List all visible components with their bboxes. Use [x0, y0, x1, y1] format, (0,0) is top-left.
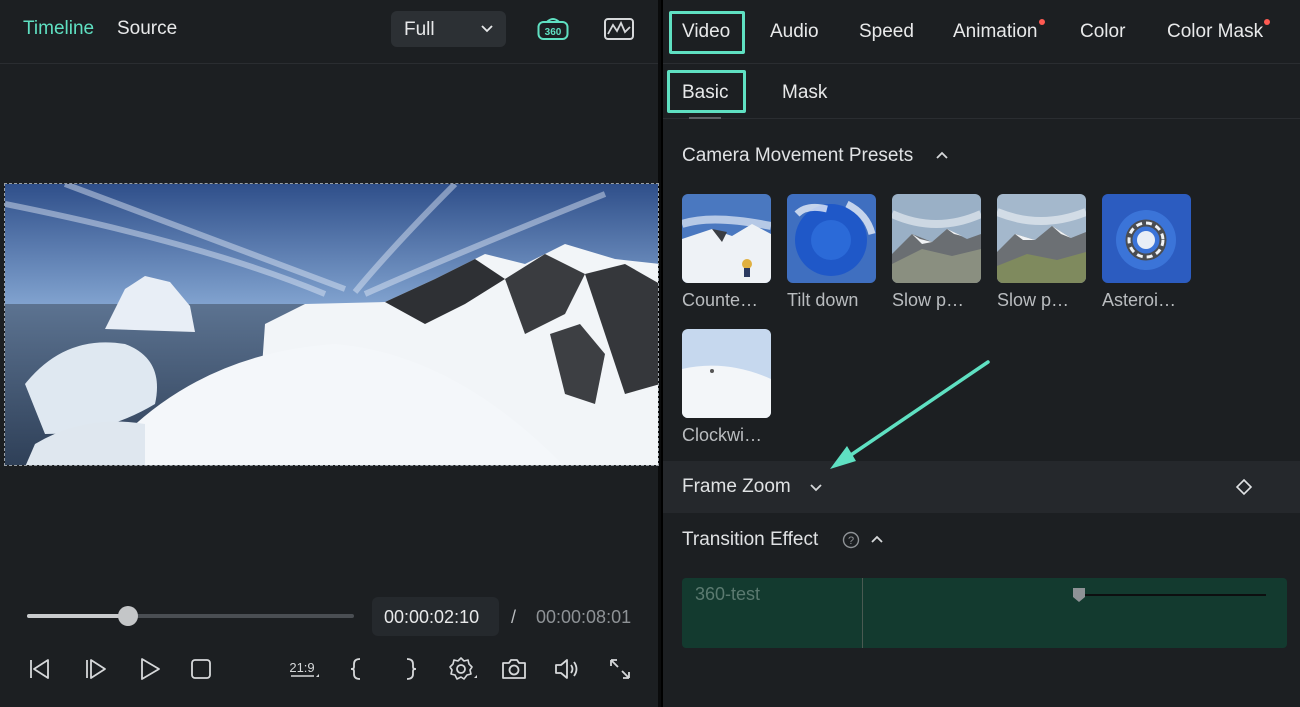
preset-thumbnail — [892, 194, 981, 283]
360-icon[interactable]: 360 — [537, 16, 569, 44]
preset-label: Asteroi… — [1102, 290, 1177, 310]
aspect-ratio-label: 21:9 — [289, 660, 314, 675]
preset-thumbnail — [1102, 194, 1191, 283]
volume-button[interactable] — [553, 655, 581, 683]
player-toolbar: Timeline Source Full 360 — [0, 0, 658, 64]
property-tabs: Video Audio Speed Animation Color Color … — [663, 0, 1300, 64]
play-button[interactable] — [136, 655, 164, 683]
preset-label: Tilt down — [787, 290, 859, 310]
fullscreen-button[interactable] — [606, 655, 634, 683]
prev-frame-button[interactable] — [27, 655, 55, 683]
tab-timeline[interactable]: Timeline — [23, 18, 94, 40]
quality-select[interactable]: Full — [391, 11, 506, 47]
keyframe-icon[interactable] — [1235, 478, 1253, 496]
mark-out-icon — [406, 658, 417, 680]
360-icon-label: 360 — [545, 27, 562, 38]
preset-item[interactable]: Slow p… — [892, 194, 982, 311]
settings-icon — [449, 657, 477, 680]
chevron-up-icon[interactable] — [935, 148, 949, 162]
player-panel: Timeline Source Full 360 00:00:02:10 / 0… — [0, 0, 661, 707]
notification-dot — [1264, 19, 1271, 25]
properties-panel: Video Audio Speed Animation Color Color … — [663, 0, 1300, 707]
volume-icon — [555, 659, 578, 679]
render-settings-button[interactable] — [447, 655, 477, 683]
tab-speed[interactable]: Speed — [859, 21, 914, 43]
preset-label: Clockwi… — [682, 425, 763, 445]
aspect-ratio-icon: 21:9 — [289, 660, 319, 677]
sub-tabs: Basic Mask — [663, 64, 1300, 119]
tab-source[interactable]: Source — [117, 18, 177, 40]
preset-item[interactable]: Clockwi… — [682, 329, 772, 446]
next-frame-button[interactable] — [83, 655, 111, 683]
video-tab-highlight — [669, 11, 745, 54]
aspect-ratio-button[interactable]: 21:9 — [289, 655, 319, 683]
tab-animation[interactable]: Animation — [953, 19, 1045, 43]
frame-zoom-section[interactable]: Frame Zoom — [663, 461, 1300, 513]
tab-audio[interactable]: Audio — [770, 21, 819, 43]
tab-color[interactable]: Color — [1080, 21, 1125, 43]
play-icon — [141, 658, 160, 680]
chevron-down-icon — [481, 25, 493, 33]
mark-out-button[interactable] — [396, 655, 424, 683]
preview-image — [5, 184, 658, 465]
stop-icon — [191, 659, 211, 679]
video-preview[interactable] — [4, 183, 659, 466]
help-icon[interactable]: ? — [842, 531, 860, 549]
tab-audio-label: Audio — [770, 21, 819, 42]
preset-thumbnail — [997, 194, 1086, 283]
clip-divider — [862, 578, 863, 648]
prev-frame-icon — [30, 659, 49, 679]
transition-clip-track[interactable]: 360-test — [682, 578, 1287, 648]
notification-dot — [1038, 19, 1045, 25]
fullscreen-icon — [610, 659, 630, 679]
preset-thumbnail — [682, 329, 771, 418]
mark-in-icon — [350, 658, 361, 680]
preset-label: Slow p… — [892, 290, 965, 310]
tab-mask[interactable]: Mask — [782, 82, 827, 104]
preset-item[interactable]: Asteroi… — [1102, 194, 1192, 311]
tab-color-label: Color — [1080, 21, 1126, 42]
preset-item[interactable]: Slow p… — [997, 194, 1087, 311]
time-separator: / — [511, 607, 517, 627]
transition-effect-title: Transition Effect — [682, 529, 819, 550]
current-time-display[interactable]: 00:00:02:10 — [372, 597, 499, 636]
progress-fill — [27, 614, 129, 618]
svg-text:?: ? — [848, 535, 854, 547]
total-time: 00:00:08:01 — [536, 607, 632, 627]
preset-thumbnail — [787, 194, 876, 283]
progress-track[interactable] — [27, 614, 354, 618]
frame-zoom-title: Frame Zoom — [682, 476, 791, 497]
tab-speed-label: Speed — [859, 21, 914, 42]
snapshot-icon — [502, 659, 526, 679]
tab-color-mask[interactable]: Color Mask — [1167, 19, 1271, 43]
scroll-indicator — [689, 117, 721, 119]
transition-clip-label: 360-test — [695, 584, 761, 604]
chevron-up-icon[interactable] — [870, 532, 884, 546]
preset-label: Slow p… — [997, 290, 1070, 310]
waveform-icon[interactable] — [603, 16, 635, 44]
tab-color-mask-label: Color Mask — [1167, 21, 1264, 42]
chevron-down-icon[interactable] — [809, 480, 823, 494]
snapshot-button[interactable] — [500, 655, 528, 683]
next-frame-icon — [86, 659, 106, 679]
progress-handle[interactable] — [118, 606, 139, 626]
preset-item[interactable]: Tilt down — [787, 194, 877, 311]
camera-presets-title: Camera Movement Presets — [682, 145, 914, 166]
mark-in-button[interactable] — [343, 655, 371, 683]
preset-thumbnail — [682, 194, 771, 283]
preset-item[interactable]: Counte… — [682, 194, 772, 311]
basic-tab-highlight — [667, 70, 746, 113]
transition-handle[interactable] — [1072, 587, 1086, 603]
preset-label: Counte… — [682, 290, 759, 310]
quality-value: Full — [404, 19, 435, 40]
tab-animation-label: Animation — [953, 21, 1038, 42]
current-time: 00:00:02:10 — [384, 607, 480, 627]
stop-button[interactable] — [187, 655, 215, 683]
transition-range-line — [1080, 594, 1266, 596]
